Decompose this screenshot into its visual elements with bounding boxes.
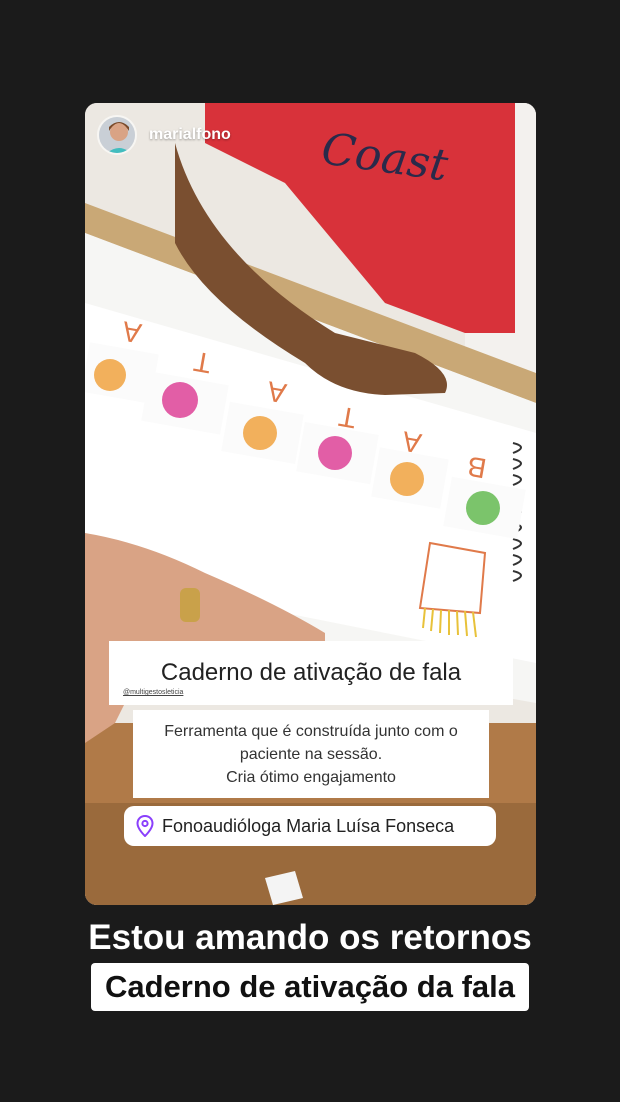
description-line: Ferramenta que é construída junto com o xyxy=(164,722,458,740)
description-sticker: Ferramenta que é construída junto com o … xyxy=(133,710,489,798)
username[interactable]: marialfono xyxy=(149,126,231,144)
location-text: Fonoaudióloga Maria Luísa Fonseca xyxy=(162,815,455,836)
location-pin-icon xyxy=(136,815,154,837)
location-sticker[interactable]: Fonoaudióloga Maria Luísa Fonseca xyxy=(124,806,496,846)
description-line: Cria ótimo engajamento xyxy=(226,768,396,786)
caption-line-2-wrap: Caderno de ativação da fala xyxy=(0,963,620,1011)
caption-line-1: Estou amando os retornos xyxy=(88,918,532,957)
avatar[interactable] xyxy=(97,115,137,155)
description-line: paciente na sessão. xyxy=(239,745,383,763)
caption-line-2: Caderno de ativação da fala xyxy=(90,963,530,1011)
credit-text: @multigestosleticia xyxy=(123,689,184,696)
story-card[interactable]: Coast A T A T A B marialfono Caderno de … xyxy=(85,103,536,905)
